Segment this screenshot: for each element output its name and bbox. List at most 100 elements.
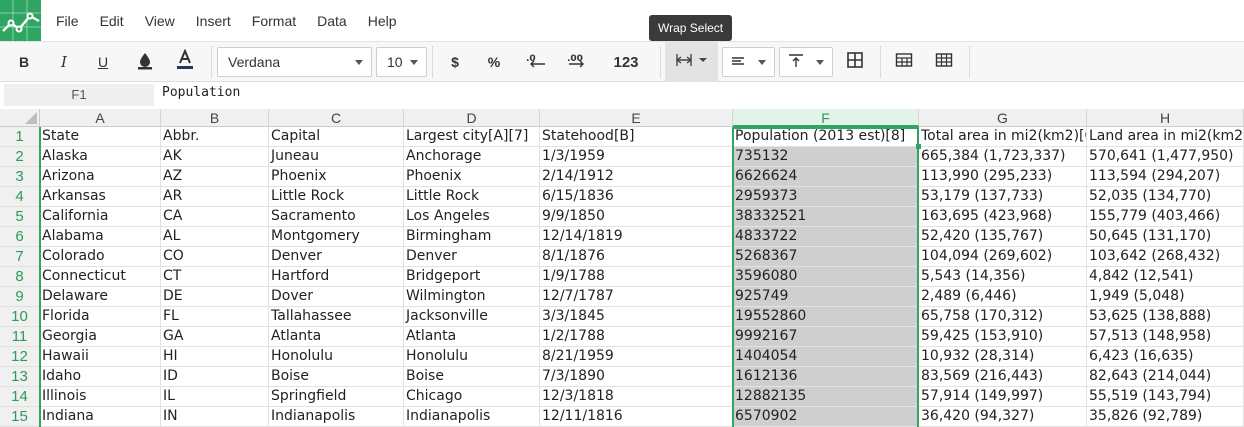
cell-e2[interactable]: 1/3/1959 <box>540 147 733 167</box>
cell-b11[interactable]: GA <box>161 327 269 347</box>
cell-reference-box[interactable]: F1 <box>4 84 154 106</box>
row-header[interactable]: 10 <box>0 307 40 327</box>
cell-b5[interactable]: CA <box>161 207 269 227</box>
cell-f6[interactable]: 4833722 <box>733 227 919 247</box>
cell-b1[interactable]: Abbr. <box>161 127 269 147</box>
fill-handle[interactable] <box>916 144 921 149</box>
menu-format[interactable]: Format <box>252 13 296 29</box>
table-format-button[interactable] <box>926 42 962 82</box>
cell-f11[interactable]: 9992167 <box>733 327 919 347</box>
cell-d9[interactable]: Wilmington <box>404 287 540 307</box>
underline-button[interactable]: U <box>85 42 121 82</box>
number-format-button[interactable]: 123 <box>604 42 648 82</box>
cell-b6[interactable]: AL <box>161 227 269 247</box>
menu-file[interactable]: File <box>56 13 79 29</box>
cell-c3[interactable]: Phoenix <box>269 167 404 187</box>
cell-f10[interactable]: 19552860 <box>733 307 919 327</box>
cell-c9[interactable]: Dover <box>269 287 404 307</box>
cell-h7[interactable]: 103,642 (268,432) <box>1087 247 1244 267</box>
cell-h9[interactable]: 1,949 (5,048) <box>1087 287 1244 307</box>
row-header[interactable]: 6 <box>0 227 40 247</box>
cell-f15[interactable]: 6570902 <box>733 407 919 427</box>
cell-d4[interactable]: Little Rock <box>404 187 540 207</box>
formula-input[interactable]: Population <box>162 84 240 102</box>
cell-e8[interactable]: 1/9/1788 <box>540 267 733 287</box>
horizontal-align-select[interactable] <box>722 47 775 77</box>
cell-h1[interactable]: Land area in mi2(km2)[9] <box>1087 127 1244 147</box>
cell-d10[interactable]: Jacksonville <box>404 307 540 327</box>
row-header[interactable]: 3 <box>0 167 40 187</box>
cell-h11[interactable]: 57,513 (148,958) <box>1087 327 1244 347</box>
cell-f3[interactable]: 6626624 <box>733 167 919 187</box>
cell-b9[interactable]: DE <box>161 287 269 307</box>
cell-h13[interactable]: 82,643 (214,044) <box>1087 367 1244 387</box>
menu-help[interactable]: Help <box>368 13 397 29</box>
cell-d6[interactable]: Birmingham <box>404 227 540 247</box>
cell-d15[interactable]: Indianapolis <box>404 407 540 427</box>
row-header[interactable]: 2 <box>0 147 40 167</box>
cell-b15[interactable]: IN <box>161 407 269 427</box>
cell-g1[interactable]: Total area in mi2(km2)[C] <box>919 127 1087 147</box>
merge-cells-button[interactable] <box>886 42 922 82</box>
cell-c6[interactable]: Montgomery <box>269 227 404 247</box>
cell-f14[interactable]: 12882135 <box>733 387 919 407</box>
cell-d14[interactable]: Chicago <box>404 387 540 407</box>
font-family-select[interactable]: Verdana <box>217 47 372 77</box>
cell-c5[interactable]: Sacramento <box>269 207 404 227</box>
cell-g4[interactable]: 53,179 (137,733) <box>919 187 1087 207</box>
row-header[interactable]: 9 <box>0 287 40 307</box>
cell-c14[interactable]: Springfield <box>269 387 404 407</box>
cell-h4[interactable]: 52,035 (134,770) <box>1087 187 1244 207</box>
cell-a3[interactable]: Arizona <box>40 167 161 187</box>
cell-a4[interactable]: Arkansas <box>40 187 161 207</box>
cell-d8[interactable]: Bridgeport <box>404 267 540 287</box>
cell-d2[interactable]: Anchorage <box>404 147 540 167</box>
cell-b2[interactable]: AK <box>161 147 269 167</box>
cell-f12[interactable]: 1404054 <box>733 347 919 367</box>
cell-c13[interactable]: Boise <box>269 367 404 387</box>
cell-e10[interactable]: 3/3/1845 <box>540 307 733 327</box>
column-header-e[interactable]: E <box>540 109 733 127</box>
cell-e15[interactable]: 12/11/1816 <box>540 407 733 427</box>
cell-g13[interactable]: 83,569 (216,443) <box>919 367 1087 387</box>
cell-d3[interactable]: Phoenix <box>404 167 540 187</box>
cell-c12[interactable]: Honolulu <box>269 347 404 367</box>
cell-d1[interactable]: Largest city[A][7] <box>404 127 540 147</box>
cell-g6[interactable]: 52,420 (135,767) <box>919 227 1087 247</box>
row-header[interactable]: 11 <box>0 327 40 347</box>
cell-a13[interactable]: Idaho <box>40 367 161 387</box>
row-header[interactable]: 8 <box>0 267 40 287</box>
cell-a8[interactable]: Connecticut <box>40 267 161 287</box>
cell-f2[interactable]: 735132 <box>733 147 919 167</box>
cell-a2[interactable]: Alaska <box>40 147 161 167</box>
column-header-b[interactable]: B <box>161 109 269 127</box>
cell-h10[interactable]: 53,625 (138,888) <box>1087 307 1244 327</box>
decrease-decimal-button[interactable]: .0 <box>518 42 554 82</box>
cell-c10[interactable]: Tallahassee <box>269 307 404 327</box>
cell-h8[interactable]: 4,842 (12,541) <box>1087 267 1244 287</box>
cell-g15[interactable]: 36,420 (94,327) <box>919 407 1087 427</box>
cell-a15[interactable]: Indiana <box>40 407 161 427</box>
text-color-button[interactable] <box>167 42 203 82</box>
cell-b13[interactable]: ID <box>161 367 269 387</box>
cell-c15[interactable]: Indianapolis <box>269 407 404 427</box>
cell-c2[interactable]: Juneau <box>269 147 404 167</box>
cell-e6[interactable]: 12/14/1819 <box>540 227 733 247</box>
cell-a11[interactable]: Georgia <box>40 327 161 347</box>
percent-format-button[interactable]: % <box>476 42 512 82</box>
borders-button[interactable] <box>837 42 873 82</box>
cell-c8[interactable]: Hartford <box>269 267 404 287</box>
cell-g2[interactable]: 665,384 (1,723,337) <box>919 147 1087 167</box>
row-header[interactable]: 14 <box>0 387 40 407</box>
cell-b3[interactable]: AZ <box>161 167 269 187</box>
cell-a9[interactable]: Delaware <box>40 287 161 307</box>
cell-g14[interactable]: 57,914 (149,997) <box>919 387 1087 407</box>
cell-d7[interactable]: Denver <box>404 247 540 267</box>
cell-g8[interactable]: 5,543 (14,356) <box>919 267 1087 287</box>
column-header-a[interactable]: A <box>40 109 161 127</box>
cell-d11[interactable]: Atlanta <box>404 327 540 347</box>
cell-a7[interactable]: Colorado <box>40 247 161 267</box>
cell-c4[interactable]: Little Rock <box>269 187 404 207</box>
cell-e7[interactable]: 8/1/1876 <box>540 247 733 267</box>
cell-e13[interactable]: 7/3/1890 <box>540 367 733 387</box>
